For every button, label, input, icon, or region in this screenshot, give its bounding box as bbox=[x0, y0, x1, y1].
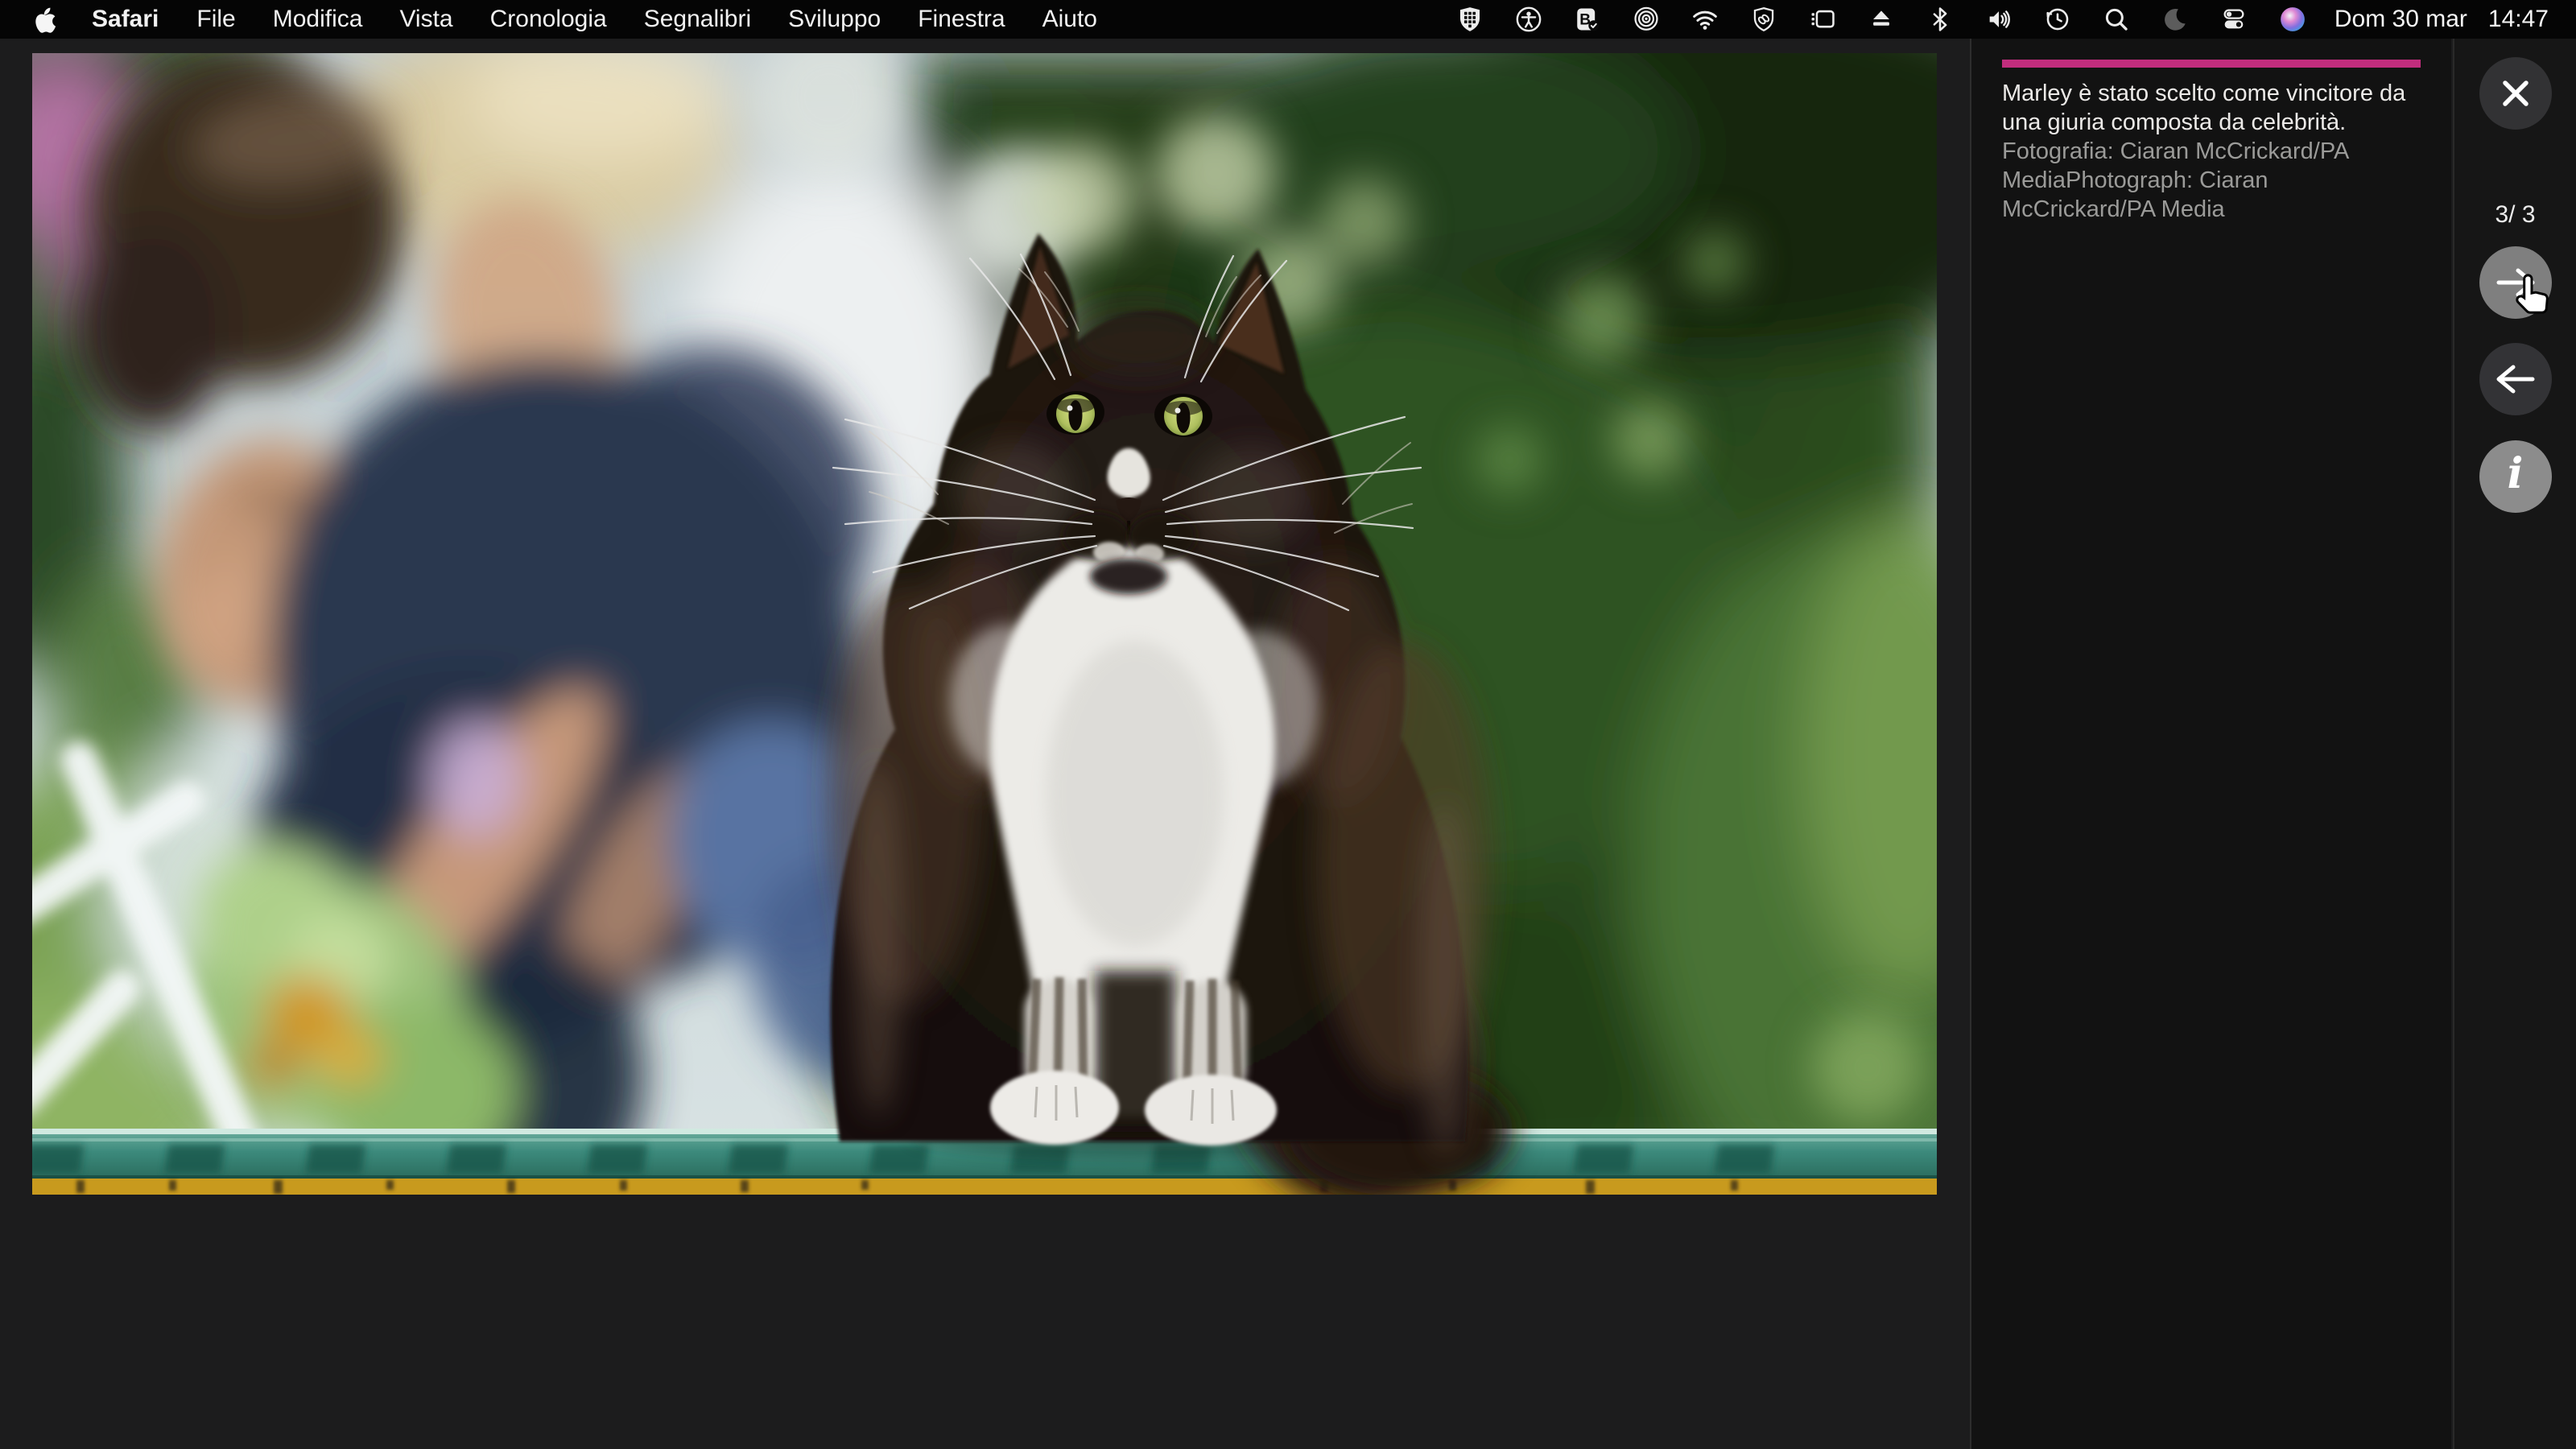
content-blocker-icon[interactable]: B bbox=[1573, 5, 1602, 34]
keypad-shield-icon[interactable] bbox=[1455, 5, 1484, 34]
arrow-left-icon bbox=[2495, 362, 2537, 396]
caption-block: Marley è stato scelto come vincitore da … bbox=[2002, 60, 2424, 224]
info-button[interactable]: i bbox=[2479, 440, 2552, 513]
apple-menu-icon[interactable] bbox=[31, 5, 60, 34]
lightbox-controls: 3/ 3 i bbox=[2453, 39, 2576, 1449]
menu-item-sviluppo[interactable]: Sviluppo bbox=[770, 6, 899, 33]
menu-bar-right: B Dom 30 mar 14:47 bbox=[1455, 5, 2576, 34]
menu-app-name[interactable]: Safari bbox=[72, 6, 178, 33]
cat-photo-image bbox=[32, 53, 1937, 1195]
caption-panel: Marley è stato scelto come vincitore da … bbox=[1970, 39, 2451, 1449]
accessibility-icon[interactable] bbox=[1514, 5, 1543, 34]
caption-credit: Fotografia: Ciaran McCrickard/PA MediaPh… bbox=[2002, 137, 2424, 224]
menu-item-cronologia[interactable]: Cronologia bbox=[472, 6, 625, 33]
airdrop-icon[interactable] bbox=[1632, 5, 1661, 34]
menu-date[interactable]: Dom 30 mar bbox=[2334, 6, 2467, 33]
close-button[interactable] bbox=[2479, 57, 2552, 130]
control-center-icon[interactable] bbox=[2219, 5, 2248, 34]
siri-icon[interactable] bbox=[2278, 5, 2307, 34]
menu-bar: Safari FileModificaVistaCronologiaSegnal… bbox=[0, 0, 2576, 39]
close-icon bbox=[2497, 75, 2534, 112]
menu-item-aiuto[interactable]: Aiuto bbox=[1024, 6, 1116, 33]
eject-icon[interactable] bbox=[1867, 5, 1896, 34]
next-button[interactable] bbox=[2479, 246, 2552, 319]
volume-icon[interactable] bbox=[1984, 5, 2013, 34]
menu-items: FileModificaVistaCronologiaSegnalibriSvi… bbox=[178, 6, 1116, 33]
sidecar-display-icon[interactable] bbox=[1808, 5, 1837, 34]
info-icon: i bbox=[2508, 453, 2524, 495]
wifi-icon[interactable] bbox=[1690, 5, 1719, 34]
arrow-right-icon bbox=[2495, 266, 2537, 299]
menu-item-file[interactable]: File bbox=[178, 6, 254, 33]
menu-item-modifica[interactable]: Modifica bbox=[254, 6, 382, 33]
caption-accent-bar bbox=[2002, 60, 2421, 68]
time-machine-icon[interactable] bbox=[2043, 5, 2072, 34]
spotlight-icon[interactable] bbox=[2102, 5, 2131, 34]
bluetooth-icon[interactable] bbox=[1926, 5, 1955, 34]
menu-clock[interactable]: Dom 30 mar 14:47 bbox=[2334, 6, 2549, 33]
privacy-shield-icon[interactable] bbox=[1749, 5, 1778, 34]
menu-item-finestra[interactable]: Finestra bbox=[899, 6, 1023, 33]
menu-bar-left: Safari FileModificaVistaCronologiaSegnal… bbox=[0, 5, 1116, 34]
menu-item-vista[interactable]: Vista bbox=[381, 6, 471, 33]
menu-time[interactable]: 14:47 bbox=[2488, 6, 2549, 33]
focus-moon-icon[interactable] bbox=[2161, 5, 2190, 34]
image-counter: 3/ 3 bbox=[2454, 196, 2576, 233]
status-icons: B bbox=[1455, 5, 2307, 34]
lightbox-photo bbox=[32, 53, 1937, 1195]
menu-item-segnalibri[interactable]: Segnalibri bbox=[625, 6, 770, 33]
caption-headline: Marley è stato scelto come vincitore da … bbox=[2002, 79, 2424, 137]
previous-button[interactable] bbox=[2479, 343, 2552, 415]
